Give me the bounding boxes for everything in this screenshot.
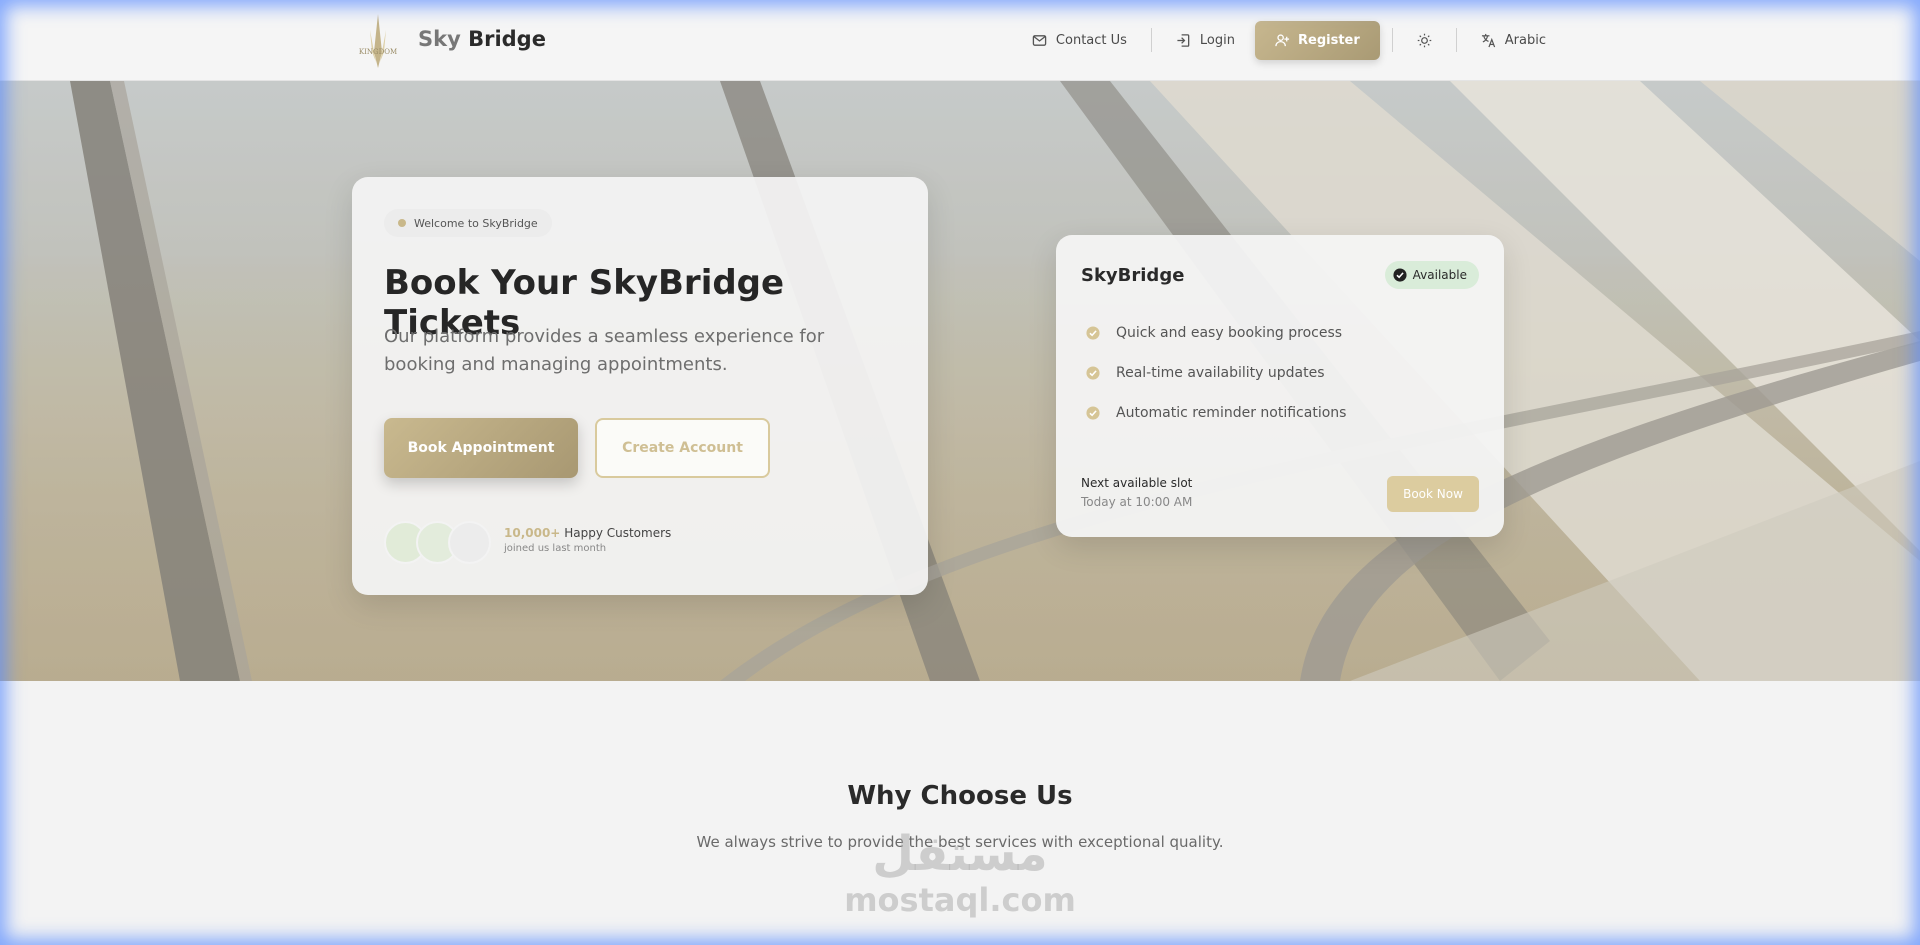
translate-icon — [1481, 33, 1495, 47]
nav-divider — [1150, 28, 1152, 52]
avatar — [448, 521, 491, 564]
watermark-latin: mostaql.com — [844, 881, 1076, 919]
check-circle-icon — [1086, 366, 1100, 380]
login-link[interactable]: Login — [1164, 20, 1247, 60]
welcome-pill-label: Welcome to SkyBridge — [414, 216, 538, 230]
status-badge: Available — [1384, 261, 1479, 289]
feature-list: Quick and easy booking process Real-time… — [1086, 313, 1346, 433]
register-label: Register — [1298, 32, 1360, 48]
add-user-icon — [1275, 33, 1290, 46]
brand-bridge: Bridge — [468, 27, 546, 51]
customers-label: Happy Customers — [564, 526, 672, 540]
mostaql-watermark: مستقل mostaql.com — [844, 826, 1076, 926]
top-navbar: KINGDOM Sky Bridge Contact Us Login Regi… — [0, 0, 1920, 81]
book-now-button[interactable]: Book Now — [1387, 476, 1479, 512]
language-switch[interactable]: Arabic — [1469, 20, 1558, 60]
contact-us-link[interactable]: Contact Us — [1020, 20, 1139, 60]
login-icon — [1177, 33, 1190, 47]
availability-card-title: SkyBridge — [1081, 265, 1185, 286]
sun-icon — [1417, 33, 1432, 47]
watermark-arabic: مستقل — [872, 826, 1048, 882]
next-slot-time: Today at 10:00 AM — [1081, 495, 1193, 509]
list-item: Quick and easy booking process — [1086, 313, 1346, 353]
contact-us-label: Contact Us — [1055, 32, 1127, 48]
create-account-button[interactable]: Create Account — [595, 418, 770, 478]
check-circle-icon — [1086, 406, 1100, 420]
next-slot: Next available slot Today at 10:00 AM — [1081, 476, 1192, 509]
brand-name[interactable]: Sky Bridge — [418, 27, 546, 51]
feature-label: Quick and easy booking process — [1116, 325, 1343, 341]
hero-card: Welcome to SkyBridge Book Your SkyBridge… — [352, 177, 928, 595]
section-title: Why Choose Us — [847, 781, 1073, 811]
feature-label: Real-time availability updates — [1116, 365, 1325, 381]
login-label: Login — [1199, 32, 1235, 48]
check-circle-icon — [1393, 268, 1407, 282]
kingdom-logo[interactable]: KINGDOM — [352, 12, 404, 70]
language-label: Arabic — [1504, 32, 1546, 48]
customers-subtext: joined us last month — [504, 543, 607, 554]
theme-toggle[interactable] — [1405, 20, 1444, 60]
book-appointment-button[interactable]: Book Appointment — [384, 418, 578, 478]
customers-stat: 10,000+ Happy Customers joined us last m… — [504, 526, 671, 554]
mail-icon — [1032, 34, 1047, 46]
availability-card: SkyBridge Available Quick and easy booki… — [1056, 235, 1504, 537]
main-nav: Contact Us Login Register Arabic — [1020, 20, 1558, 60]
hero-overlay — [0, 81, 1920, 681]
list-item: Automatic reminder notifications — [1086, 393, 1346, 433]
check-circle-icon — [1086, 326, 1100, 340]
customers-count: 10,000+ — [504, 526, 561, 540]
customer-avatars — [384, 521, 494, 565]
list-item: Real-time availability updates — [1086, 353, 1346, 393]
brand-sky: Sky — [418, 27, 461, 51]
svg-text:KINGDOM: KINGDOM — [359, 48, 397, 56]
hero-section: Welcome to SkyBridge Book Your SkyBridge… — [0, 81, 1920, 681]
pill-dot-icon — [398, 219, 406, 227]
welcome-pill: Welcome to SkyBridge — [384, 209, 552, 237]
feature-label: Automatic reminder notifications — [1116, 405, 1347, 421]
hero-description: Our platform provides a seamless experie… — [384, 326, 825, 375]
next-slot-label: Next available slot — [1081, 476, 1193, 490]
nav-divider — [1391, 28, 1393, 52]
nav-divider — [1455, 28, 1457, 52]
register-button[interactable]: Register — [1255, 20, 1380, 60]
status-badge-label: Available — [1412, 268, 1467, 282]
